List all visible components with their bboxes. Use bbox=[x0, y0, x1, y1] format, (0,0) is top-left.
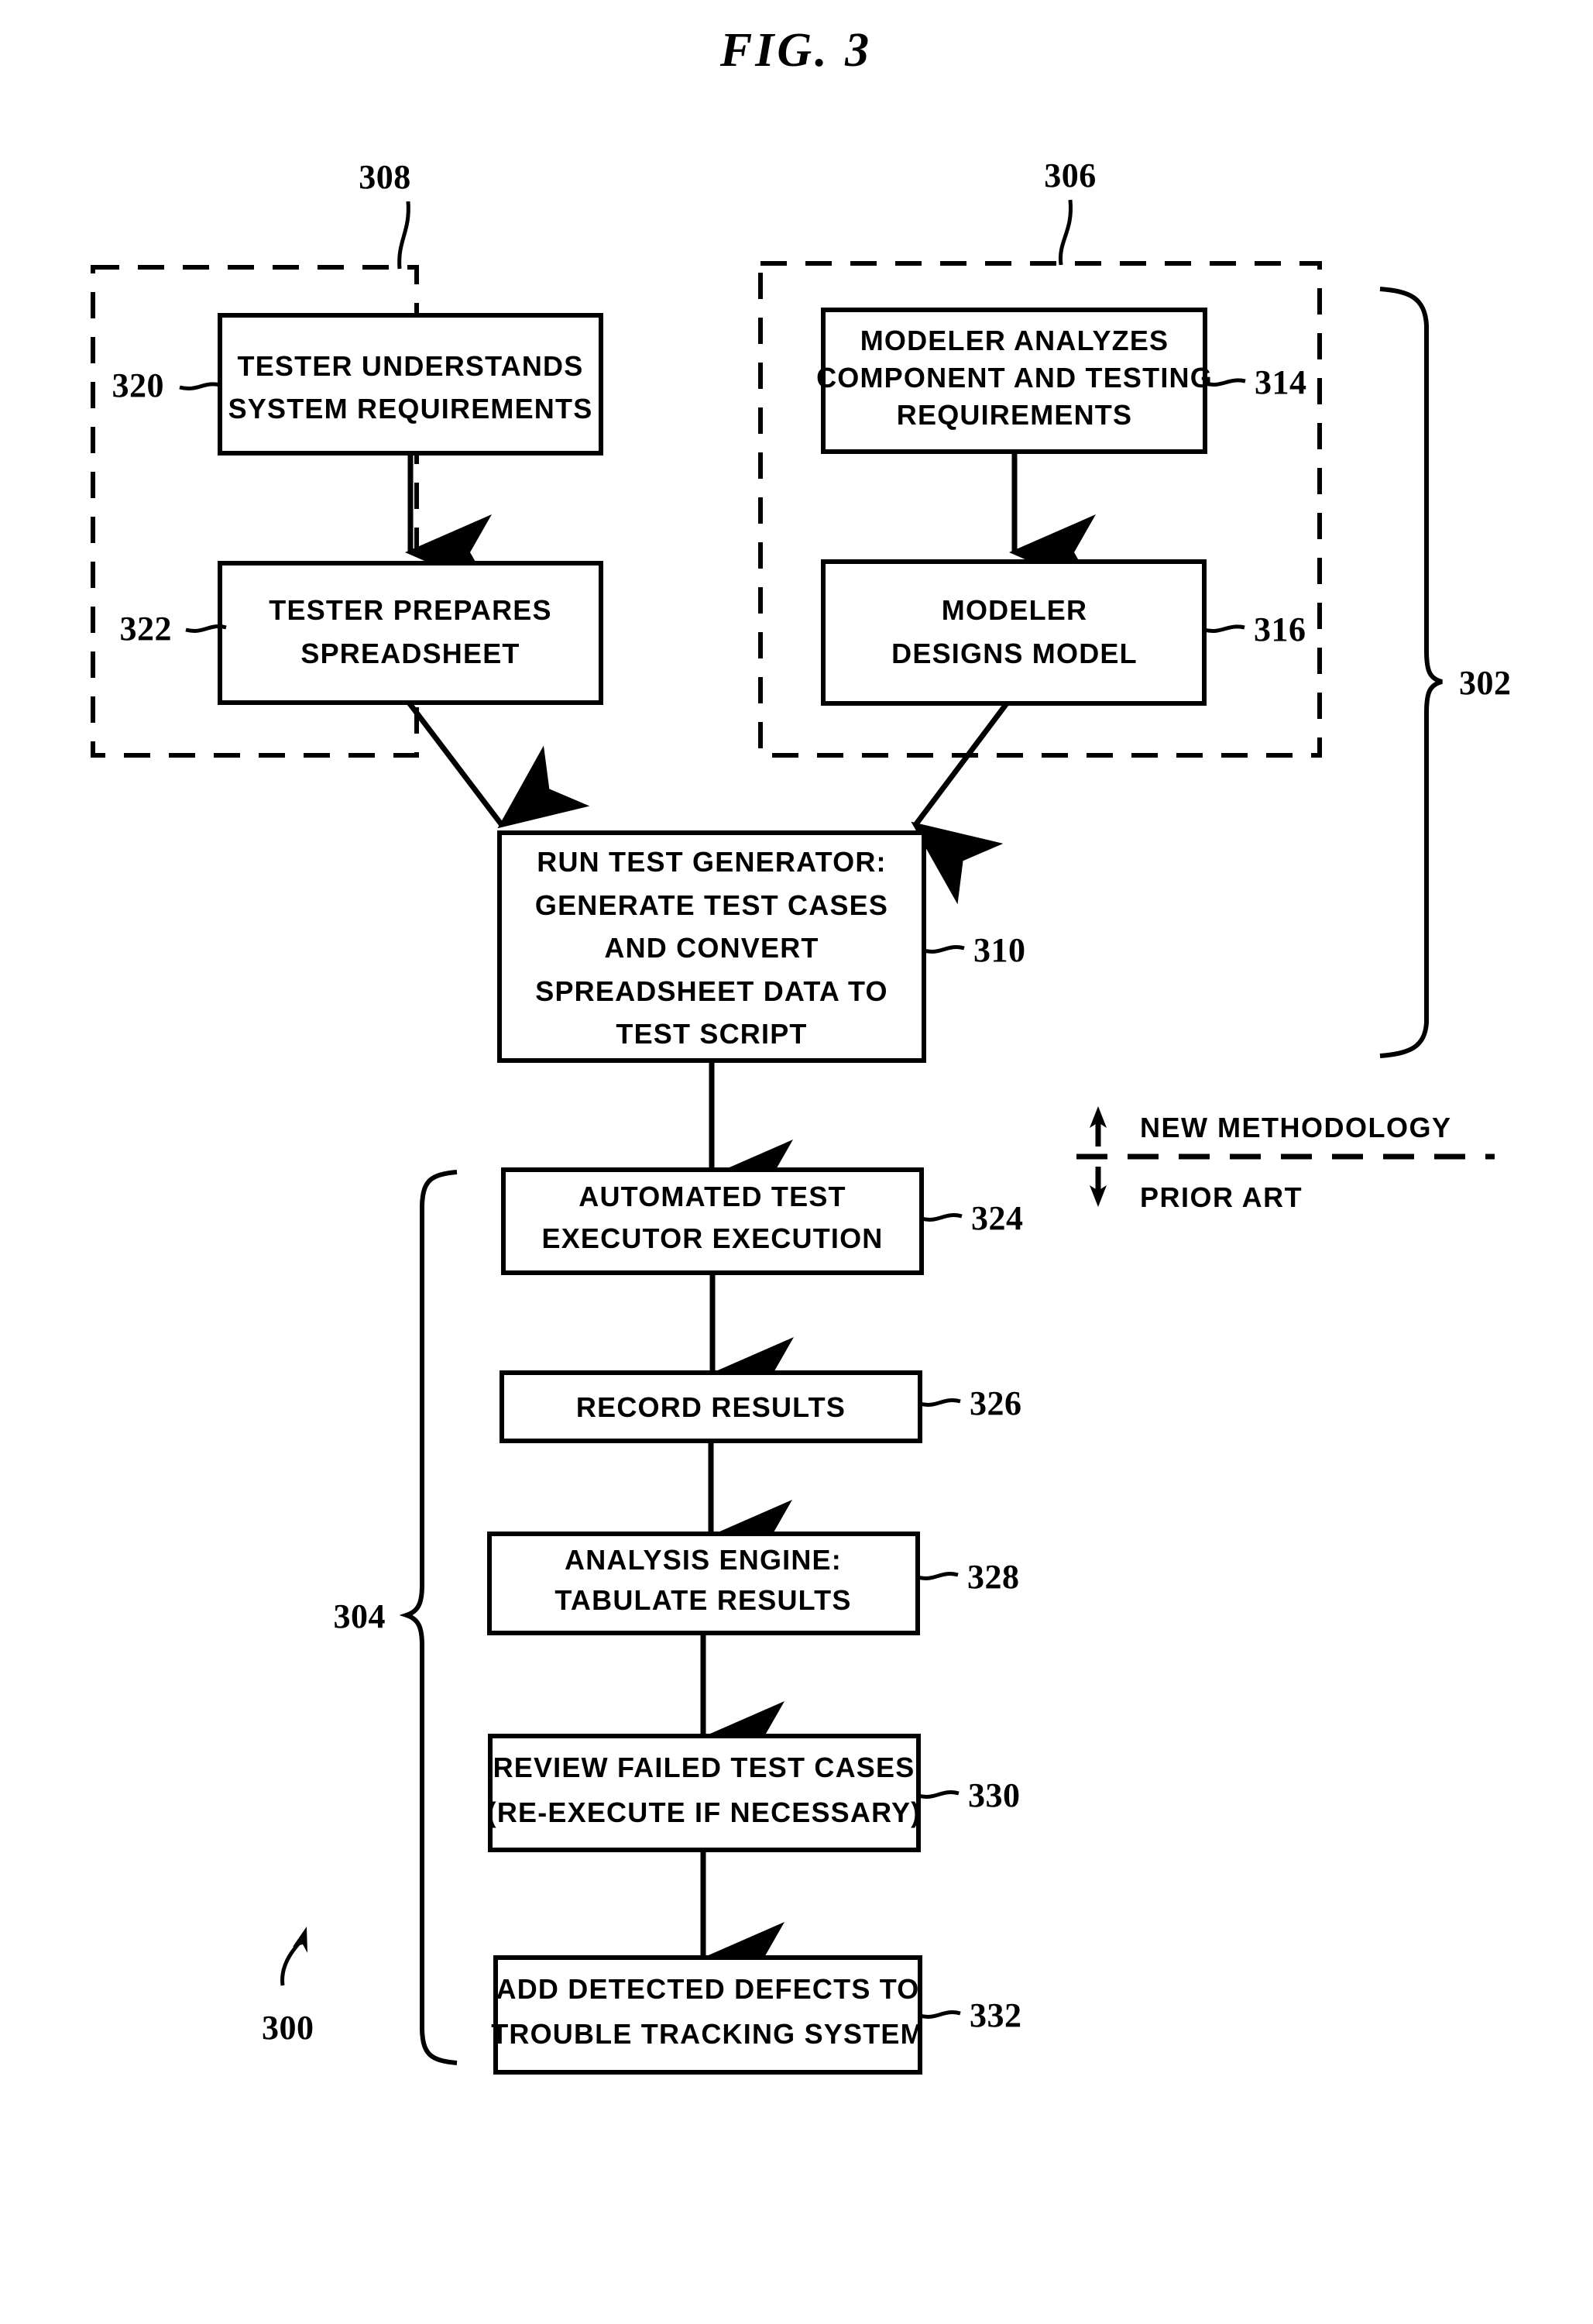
box-320-line-1: TESTER UNDERSTANDS bbox=[238, 350, 584, 382]
figure-title: FIG. 3 bbox=[719, 24, 872, 77]
leader-310 bbox=[923, 945, 965, 954]
reference-number-316: 316 bbox=[1254, 610, 1306, 648]
leader-330 bbox=[918, 1790, 960, 1799]
box-314-line-3: REQUIREMENTS bbox=[897, 399, 1132, 431]
box-310-line-3: AND CONVERT bbox=[604, 932, 819, 964]
box-316-line-2: DESIGNS MODEL bbox=[891, 638, 1138, 669]
box-330-line-2: (RE-EXECUTE IF NECESSARY) bbox=[487, 1796, 922, 1828]
leader-320 bbox=[179, 382, 221, 390]
leader-324 bbox=[921, 1213, 963, 1222]
reference-number-332: 332 bbox=[970, 1996, 1022, 2034]
box-314-line-1: MODELER ANALYZES bbox=[860, 325, 1169, 356]
brace-304 bbox=[399, 1170, 458, 2065]
leader-328 bbox=[917, 1572, 959, 1580]
reference-number-314: 314 bbox=[1255, 363, 1307, 401]
box-324-line-2: EXECUTOR EXECUTION bbox=[542, 1222, 884, 1254]
figure-canvas: FIG. 3 308 306 TESTER UNDERSTANDS SYSTEM… bbox=[91, 24, 1512, 2075]
patent-figure-page: FIG. 3 308 306 TESTER UNDERSTANDS SYSTEM… bbox=[0, 0, 1593, 2324]
brace-302 bbox=[1379, 287, 1443, 1058]
box-310-line-1: RUN TEST GENERATOR: bbox=[537, 846, 886, 878]
legend-down-arrow-icon bbox=[1090, 1167, 1107, 1207]
box-320-line-2: SYSTEM REQUIREMENTS bbox=[228, 393, 593, 425]
box-tester-prepares-spreadsheet bbox=[218, 561, 603, 705]
leader-308 bbox=[397, 201, 410, 270]
box-310-line-5: TEST SCRIPT bbox=[616, 1018, 807, 1050]
reference-number-322: 322 bbox=[120, 610, 173, 648]
legend-new-methodology-label: NEW METHODOLOGY bbox=[1140, 1112, 1452, 1143]
leader-316 bbox=[1203, 624, 1245, 633]
box-310-line-2: GENERATE TEST CASES bbox=[535, 889, 888, 921]
box-332-line-1: ADD DETECTED DEFECTS TO bbox=[496, 1973, 920, 2005]
reference-number-306: 306 bbox=[1044, 156, 1097, 194]
reference-number-304: 304 bbox=[334, 1597, 386, 1635]
reference-number-326: 326 bbox=[970, 1384, 1022, 1422]
box-316-line-1: MODELER bbox=[942, 594, 1087, 626]
reference-number-302: 302 bbox=[1459, 664, 1512, 702]
leader-326 bbox=[919, 1398, 961, 1407]
reference-number-330: 330 bbox=[968, 1776, 1021, 1814]
box-330-line-1: REVIEW FAILED TEST CASES bbox=[493, 1752, 915, 1783]
box-tester-understands-requirements bbox=[218, 313, 603, 456]
box-328-line-1: ANALYSIS ENGINE: bbox=[565, 1544, 842, 1576]
box-326-line-1: RECORD RESULTS bbox=[576, 1391, 846, 1423]
box-314-line-2: COMPONENT AND TESTING bbox=[816, 362, 1213, 394]
reference-number-324: 324 bbox=[971, 1199, 1024, 1237]
box-322-line-2: SPREADSHEET bbox=[300, 638, 520, 669]
box-310-line-4: SPREADSHEET DATA TO bbox=[535, 975, 888, 1007]
legend-prior-art-label: PRIOR ART bbox=[1140, 1181, 1303, 1213]
legend-up-arrow-icon bbox=[1090, 1106, 1107, 1147]
box-328-line-2: TABULATE RESULTS bbox=[554, 1584, 851, 1616]
arrow-322-to-310 bbox=[407, 700, 590, 829]
arrow-316-to-310 bbox=[911, 701, 1009, 905]
box-322-line-1: TESTER PREPARES bbox=[269, 594, 551, 626]
reference-number-300: 300 bbox=[262, 2009, 314, 2047]
box-modeler-designs-model bbox=[821, 559, 1207, 706]
reference-number-310: 310 bbox=[973, 931, 1026, 969]
box-324-line-1: AUTOMATED TEST bbox=[578, 1181, 846, 1212]
leader-306 bbox=[1058, 199, 1073, 266]
reference-number-328: 328 bbox=[967, 1558, 1020, 1596]
reference-number-320: 320 bbox=[112, 366, 165, 404]
reference-number-308: 308 bbox=[359, 158, 411, 196]
box-332-line-2: TROUBLE TRACKING SYSTEM bbox=[491, 2018, 925, 2050]
leader-332 bbox=[919, 2010, 961, 2019]
